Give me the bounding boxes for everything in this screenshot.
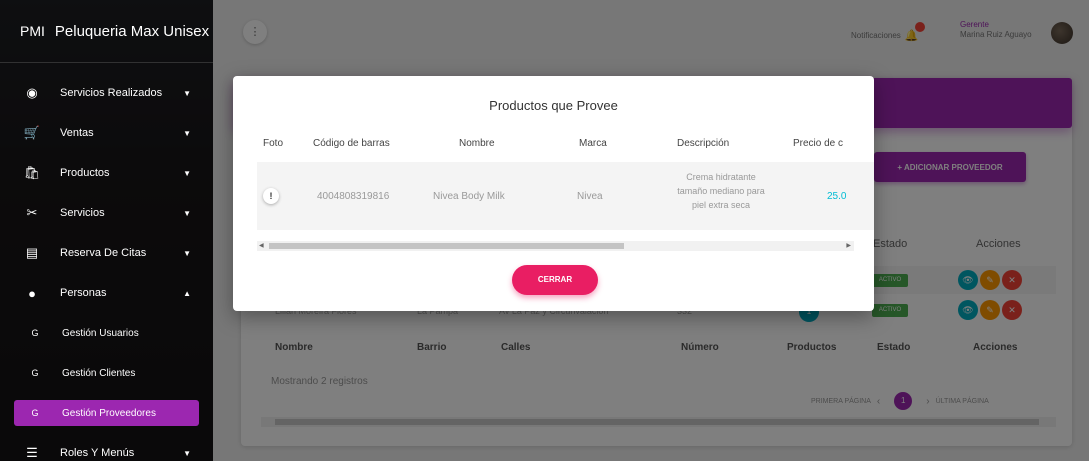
- sidebar-item-label: Servicios Realizados: [60, 87, 163, 99]
- caret-down-icon: ▼: [183, 208, 191, 218]
- modal-scrollbar[interactable]: ◀ ▶: [257, 241, 854, 251]
- sidebar-item-gestion-usuarios[interactable]: G Gestión Usuarios: [0, 313, 213, 353]
- sidebar-item-label: Roles Y Menús: [60, 447, 135, 459]
- modal-title: Productos que Provee: [489, 98, 618, 113]
- sidebar-item-label: Personas: [60, 287, 107, 299]
- table-row: ! 4004808319816 Nivea Body Milk Nivea Cr…: [257, 162, 874, 230]
- brand[interactable]: PMI Peluqueria Max Unisex: [0, 0, 213, 63]
- scrollbar-thumb[interactable]: [269, 243, 624, 249]
- sidebar-item-letter: G: [31, 408, 39, 418]
- sidebar-item-label: Gestión Clientes: [62, 367, 136, 379]
- sidebar-item-label: Reserva De Citas: [60, 247, 147, 259]
- cell-precio: 25.0: [827, 191, 847, 202]
- sidebar-item-reserva-citas[interactable]: ▤ Reserva De Citas ▼: [0, 233, 213, 273]
- th-descripcion: Descripción: [677, 138, 730, 149]
- th-foto: Foto: [263, 138, 284, 149]
- sidebar-item-gestion-proveedores[interactable]: G Gestión Proveedores: [14, 400, 199, 426]
- sidebar-item-label: Ventas: [60, 127, 94, 139]
- sidebar-item-roles-menus[interactable]: ☰ Roles Y Menús ▼: [0, 433, 213, 461]
- th-precio: Precio de c: [793, 138, 844, 149]
- caret-down-icon: ▼: [183, 128, 191, 138]
- list-icon: ☰: [26, 445, 38, 460]
- caret-up-icon: ▲: [183, 288, 191, 298]
- caret-down-icon: ▼: [183, 88, 191, 98]
- close-button[interactable]: CERRAR: [512, 265, 598, 295]
- brand-name: Peluqueria Max Unisex: [54, 22, 210, 40]
- cart-icon: 🛒: [23, 125, 41, 140]
- sidebar-item-personas[interactable]: ● Personas ▲: [0, 273, 213, 313]
- brand-logo: PMI: [20, 23, 45, 39]
- th-codigo: Código de barras: [313, 138, 390, 149]
- sidebar-item-productos[interactable]: 🛍 Productos ▼: [0, 153, 213, 193]
- sidebar-item-label: Gestión Proveedores: [62, 407, 156, 419]
- calendar-icon: ▤: [25, 245, 39, 260]
- products-modal: Productos que Provee Foto Código de barr…: [233, 76, 874, 311]
- sidebar-item-servicios[interactable]: ✂ Servicios ▼: [0, 193, 213, 233]
- sidebar-item-letter: G: [31, 368, 39, 378]
- person-icon: ●: [28, 285, 36, 301]
- sidebar-item-label: Servicios: [60, 207, 105, 219]
- caret-down-icon: ▼: [183, 168, 191, 178]
- caret-down-icon: ▼: [183, 248, 191, 258]
- cell-codigo: 4004808319816: [317, 191, 390, 202]
- sidebar-item-letter: G: [31, 328, 39, 338]
- sidebar-item-label: Gestión Usuarios: [62, 327, 139, 339]
- th-nombre: Nombre: [459, 138, 495, 149]
- sidebar-item-servicios-realizados[interactable]: ◉ Servicios Realizados ▼: [0, 73, 213, 113]
- scroll-left-icon[interactable]: ◀: [259, 241, 264, 251]
- sidebar-item-gestion-clientes[interactable]: G Gestión Clientes: [0, 353, 213, 393]
- info-icon[interactable]: !: [263, 188, 279, 204]
- shopping-cart-icon: 🛍: [23, 165, 41, 180]
- cell-marca: Nivea: [577, 191, 603, 202]
- eye-icon: ◉: [26, 85, 38, 100]
- sidebar-item-label: Productos: [60, 167, 110, 179]
- sidebar-item-ventas[interactable]: 🛒 Ventas ▼: [0, 113, 213, 153]
- th-marca: Marca: [579, 138, 607, 149]
- sidebar: PMI Peluqueria Max Unisex ◉ Servicios Re…: [0, 0, 213, 461]
- scissors-icon: ✂: [26, 205, 38, 220]
- cell-nombre: Nivea Body Milk: [433, 191, 505, 202]
- cell-descripcion: Crema hidratante tamaño mediano para pie…: [677, 172, 765, 210]
- caret-down-icon: ▼: [183, 448, 191, 458]
- scroll-right-icon[interactable]: ▶: [846, 241, 851, 251]
- sidebar-nav: ◉ Servicios Realizados ▼ 🛒 Ventas ▼ 🛍 Pr…: [0, 63, 213, 461]
